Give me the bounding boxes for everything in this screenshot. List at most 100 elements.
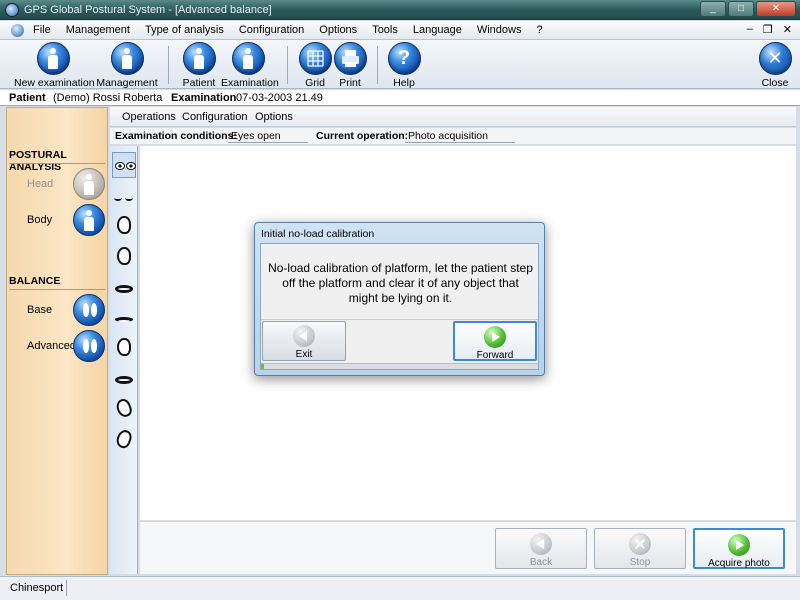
eyes-closed-view-icon[interactable]: [112, 184, 136, 210]
close-label: Close: [761, 77, 789, 89]
menu-file[interactable]: File: [33, 24, 51, 36]
main-toolbar: New examination Management Patient Exami…: [0, 40, 800, 89]
print-label: Print: [339, 77, 361, 89]
field-underline: [228, 142, 308, 143]
head-front-view-icon[interactable]: [112, 245, 136, 271]
management-label: Management: [96, 77, 158, 89]
calibration-progress-bar: [261, 363, 538, 369]
back-arrow-icon: [530, 533, 552, 555]
advanced-balance-icon: [73, 330, 105, 362]
help-button[interactable]: ? Help: [387, 42, 421, 89]
examination-label: Examination: [221, 77, 279, 89]
examination-field-label: Examination: [171, 92, 237, 104]
menu-tools[interactable]: Tools: [372, 24, 398, 36]
exit-button[interactable]: Exit: [262, 321, 346, 361]
window-controls: _ □ ✕: [700, 1, 796, 17]
close-icon: ✕: [758, 42, 792, 75]
management-button[interactable]: Management: [96, 42, 158, 89]
mdi-minimize-button[interactable]: –: [747, 23, 753, 36]
close-examination-button[interactable]: ✕ Close: [758, 42, 792, 89]
window-close-button[interactable]: ✕: [756, 1, 796, 17]
grid-button[interactable]: Grid: [298, 42, 332, 89]
current-operation-label: Current operation:: [316, 130, 409, 142]
menu-logo-icon[interactable]: [11, 24, 24, 37]
mdi-restore-button[interactable]: ❐: [763, 23, 773, 36]
new-examination-button[interactable]: New examination: [14, 42, 95, 89]
grid-icon: [298, 42, 332, 75]
toolbar-separator: [377, 46, 378, 84]
dialog-body: No-load calibration of platform, let the…: [260, 243, 539, 370]
minimize-button[interactable]: _: [700, 1, 726, 17]
menu-management[interactable]: Management: [66, 24, 130, 36]
patient-icon: [182, 42, 216, 75]
section-divider: [9, 289, 105, 290]
progress-fill: [261, 364, 264, 369]
field-underline: [405, 142, 515, 143]
base-balance-icon: [73, 294, 105, 326]
forward-arrow-icon: [484, 326, 506, 348]
head-tilt-left-view-icon[interactable]: [112, 397, 136, 423]
menu-sub-options[interactable]: Options: [255, 111, 293, 123]
back-button[interactable]: Back: [495, 528, 587, 569]
dialog-message: No-load calibration of platform, let the…: [268, 261, 533, 305]
sidebar-item-label: Head: [27, 178, 54, 190]
help-label: Help: [393, 77, 415, 89]
stop-button[interactable]: Stop: [594, 528, 686, 569]
examination-date: 07-03-2003 21.49: [236, 92, 323, 104]
sidebar-item-label: Advanced: [27, 340, 76, 352]
conditions-bar: Examination conditions: Eyes open Curren…: [110, 128, 796, 144]
examination-button[interactable]: Examination: [221, 42, 279, 89]
analysis-sidebar: POSTURAL ANALYSIS Head Body BALANCE Base…: [6, 107, 108, 575]
section-divider: [9, 163, 105, 164]
menu-operations[interactable]: Operations: [122, 111, 176, 123]
menu-type-of-analysis[interactable]: Type of analysis: [145, 24, 224, 36]
menu-language[interactable]: Language: [413, 24, 462, 36]
sidebar-item-head[interactable]: Head: [7, 168, 107, 202]
menu-configuration[interactable]: Configuration: [239, 24, 304, 36]
menu-windows[interactable]: Windows: [477, 24, 522, 36]
acquire-photo-label: Acquire photo: [708, 558, 770, 569]
patient-field-label: Patient: [9, 92, 46, 104]
examination-conditions-value: Eyes open: [231, 130, 281, 142]
status-company: Chinesport: [7, 580, 68, 596]
patient-info-bar: Patient (Demo) Rossi Roberta Examination…: [0, 90, 800, 106]
patient-button[interactable]: Patient: [180, 42, 218, 89]
patient-label: Patient: [182, 77, 216, 89]
sidebar-item-label: Body: [27, 214, 53, 226]
acquire-photo-button[interactable]: Acquire photo: [693, 528, 785, 569]
print-button[interactable]: Print: [333, 42, 367, 89]
sidebar-item-body[interactable]: Body: [7, 204, 107, 238]
sidebar-item-advanced[interactable]: Advanced: [7, 330, 107, 364]
head-turn-view-icon[interactable]: [112, 336, 136, 362]
head-analysis-icon: [73, 168, 105, 200]
maximize-button[interactable]: □: [728, 1, 754, 17]
head-side-view-icon[interactable]: [112, 214, 136, 240]
grid-label: Grid: [305, 77, 325, 89]
window-title-bar: GPS Global Postural System - [Advanced b…: [0, 0, 800, 20]
management-icon: [110, 42, 144, 75]
window-title: GPS Global Postural System - [Advanced b…: [24, 4, 272, 16]
dialog-title: Initial no-load calibration: [261, 228, 375, 240]
stop-label: Stop: [629, 557, 651, 568]
new-examination-icon: [36, 42, 70, 75]
mouth-wide-view-icon[interactable]: [112, 367, 136, 393]
menu-sub-configuration[interactable]: Configuration: [182, 111, 247, 123]
sidebar-item-base[interactable]: Base: [7, 294, 107, 328]
mouth-closed-view-icon[interactable]: [112, 306, 136, 332]
mdi-close-button[interactable]: ✕: [783, 23, 792, 36]
eyes-open-view-icon[interactable]: [112, 152, 136, 178]
sub-menu-bar: Operations Configuration Options: [110, 107, 796, 127]
forward-button[interactable]: Forward: [453, 321, 537, 361]
menu-options[interactable]: Options: [319, 24, 357, 36]
status-bar: Chinesport: [0, 576, 800, 600]
mouth-open-view-icon[interactable]: [112, 276, 136, 302]
forward-label: Forward: [476, 350, 514, 361]
balance-heading: BALANCE: [9, 275, 61, 287]
examination-icon: [231, 42, 265, 75]
menu-help[interactable]: ?: [536, 24, 542, 36]
dialog-separator: [261, 319, 538, 320]
print-icon: [333, 42, 367, 75]
patient-name: (Demo) Rossi Roberta: [53, 92, 163, 104]
head-tilt-right-view-icon[interactable]: [112, 428, 136, 454]
toolbar-separator: [287, 46, 288, 84]
